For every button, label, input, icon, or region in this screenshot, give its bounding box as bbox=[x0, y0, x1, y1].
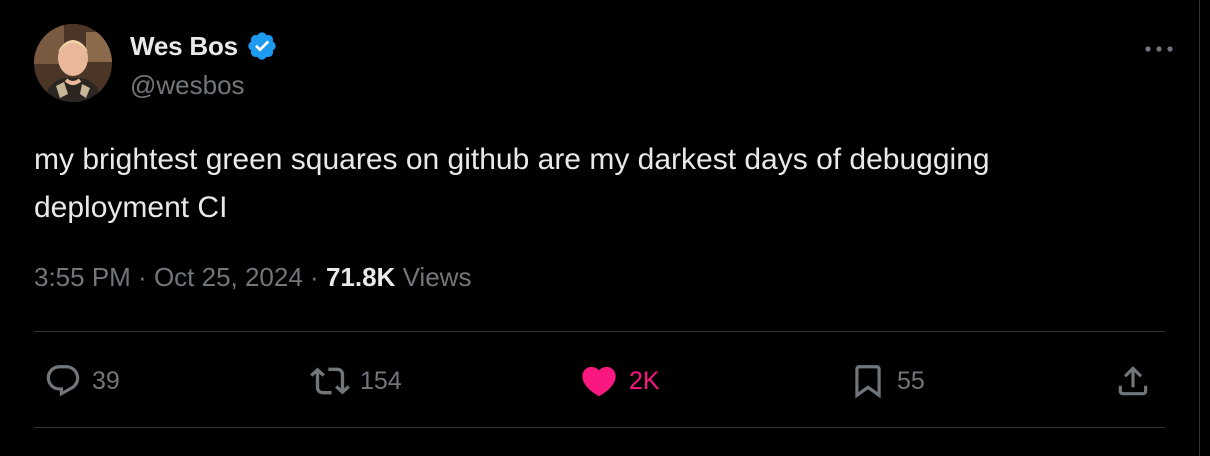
meta-separator: · bbox=[302, 262, 326, 292]
name-row: Wes Bos bbox=[130, 28, 278, 64]
right-border bbox=[1199, 0, 1210, 456]
bookmark-count: 55 bbox=[897, 366, 925, 395]
bookmark-button[interactable]: 55 bbox=[849, 356, 925, 406]
share-button[interactable] bbox=[1114, 356, 1152, 406]
meta-separator: · bbox=[130, 262, 154, 292]
repost-icon bbox=[310, 367, 350, 395]
tweet-time[interactable]: 3:55 PM bbox=[34, 262, 131, 292]
tweet-date[interactable]: Oct 25, 2024 bbox=[154, 262, 303, 292]
share-icon bbox=[1118, 366, 1148, 396]
bookmark-icon bbox=[855, 365, 881, 399]
repost-count: 154 bbox=[360, 366, 402, 395]
tweet-header: Wes Bos @wesbos bbox=[34, 24, 1174, 106]
tweet-text: my brightest green squares on github are… bbox=[34, 143, 990, 224]
display-name[interactable]: Wes Bos bbox=[130, 31, 238, 62]
divider bbox=[34, 331, 1165, 332]
profile-photo-icon bbox=[34, 24, 112, 102]
repost-button[interactable]: 154 bbox=[310, 356, 402, 406]
tweet-meta: 3:55 PM · Oct 25, 2024 · 71.8K Views bbox=[34, 262, 471, 293]
more-options-button[interactable] bbox=[1144, 36, 1174, 56]
handle[interactable]: @wesbos bbox=[130, 70, 245, 101]
heart-icon bbox=[582, 366, 616, 397]
avatar[interactable] bbox=[34, 24, 112, 102]
views-label[interactable]: Views bbox=[403, 262, 472, 292]
like-button[interactable]: 2K bbox=[579, 356, 660, 406]
views-count[interactable]: 71.8K bbox=[326, 262, 395, 292]
divider bbox=[34, 427, 1165, 428]
like-count: 2K bbox=[629, 366, 660, 395]
action-bar: 39 154 2K 55 bbox=[34, 356, 1165, 406]
more-horizontal-icon bbox=[1145, 46, 1173, 52]
reply-icon bbox=[46, 365, 80, 397]
reply-count: 39 bbox=[92, 366, 120, 395]
reply-button[interactable]: 39 bbox=[44, 356, 120, 406]
verified-badge-icon bbox=[248, 32, 276, 60]
